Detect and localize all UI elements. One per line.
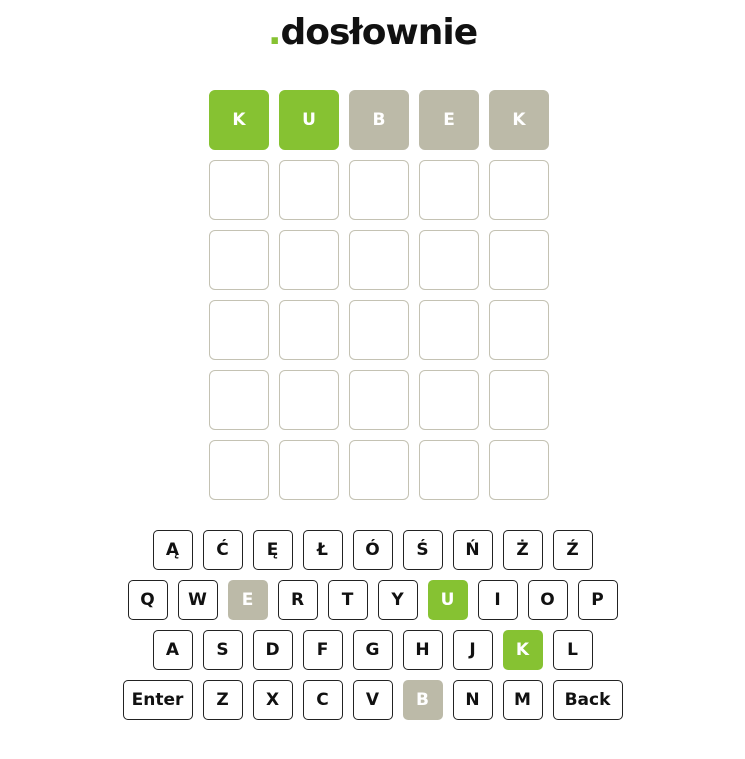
logo-dot: . [267, 12, 282, 53]
key-k[interactable]: K [502, 630, 543, 670]
key-c[interactable]: C [302, 680, 343, 720]
keyboard-row: QWERTYUIOP [0, 580, 745, 620]
enter-key[interactable]: Enter [122, 680, 193, 720]
board-tile [419, 230, 479, 290]
board-tile: K [209, 90, 269, 150]
board-tile [419, 160, 479, 220]
key-g[interactable]: G [352, 630, 393, 670]
board-tile [279, 440, 339, 500]
keyboard-row: ASDFGHJKL [0, 630, 745, 670]
key-u[interactable]: U [427, 580, 468, 620]
board-tile [279, 370, 339, 430]
board-tile [279, 300, 339, 360]
board-tile: U [279, 90, 339, 150]
key-ł[interactable]: Ł [302, 530, 343, 570]
board-tile [209, 300, 269, 360]
key-b[interactable]: B [402, 680, 443, 720]
board-tile [489, 370, 549, 430]
key-d[interactable]: D [252, 630, 293, 670]
app-logo: .dosłownie [0, 10, 745, 56]
board-tile [349, 370, 409, 430]
board-tile [349, 160, 409, 220]
key-w[interactable]: W [177, 580, 218, 620]
key-r[interactable]: R [277, 580, 318, 620]
board-tile [419, 300, 479, 360]
board-tile [279, 230, 339, 290]
board-tile [209, 440, 269, 500]
keyboard-row: ĄĆĘŁÓŚŃŻŹ [0, 530, 745, 570]
key-o[interactable]: O [527, 580, 568, 620]
board-tile: K [489, 90, 549, 150]
key-q[interactable]: Q [127, 580, 168, 620]
key-f[interactable]: F [302, 630, 343, 670]
key-i[interactable]: I [477, 580, 518, 620]
key-z[interactable]: Z [202, 680, 243, 720]
key-v[interactable]: V [352, 680, 393, 720]
key-x[interactable]: X [252, 680, 293, 720]
backspace-key[interactable]: Back [552, 680, 623, 720]
board-tile [279, 160, 339, 220]
key-m[interactable]: M [502, 680, 543, 720]
key-p[interactable]: P [577, 580, 618, 620]
key-n[interactable]: N [452, 680, 493, 720]
key-t[interactable]: T [327, 580, 368, 620]
key-ń[interactable]: Ń [452, 530, 493, 570]
key-l[interactable]: L [552, 630, 593, 670]
logo-wordmark: dosłownie [280, 12, 479, 53]
board-tile [489, 300, 549, 360]
key-h[interactable]: H [402, 630, 443, 670]
key-ę[interactable]: Ę [252, 530, 293, 570]
keyboard-row: Enter Z X C V B N M Back [0, 680, 745, 720]
key-ź[interactable]: Ź [552, 530, 593, 570]
board-tile [349, 300, 409, 360]
board-tile [489, 230, 549, 290]
board-tile [489, 440, 549, 500]
board-tile [209, 230, 269, 290]
board-tile [419, 440, 479, 500]
game-board: KUBEK [209, 90, 549, 500]
board-tile [349, 440, 409, 500]
board-tile [209, 370, 269, 430]
key-a[interactable]: A [152, 630, 193, 670]
key-e[interactable]: E [227, 580, 268, 620]
board-tile: E [419, 90, 479, 150]
key-s[interactable]: S [202, 630, 243, 670]
board-tile [209, 160, 269, 220]
board-tile [419, 370, 479, 430]
board-tile: B [349, 90, 409, 150]
key-ą[interactable]: Ą [152, 530, 193, 570]
key-ś[interactable]: Ś [402, 530, 443, 570]
key-y[interactable]: Y [377, 580, 418, 620]
key-j[interactable]: J [452, 630, 493, 670]
on-screen-keyboard: Ą Ć Ę Ł Ó Ś Ń Ż Ź Q W E R T Y U I O P A S D F G H J K L Enter Z X C V B N M… [0, 530, 745, 730]
key-ć[interactable]: Ć [202, 530, 243, 570]
board-tile [489, 160, 549, 220]
key-ż[interactable]: Ż [502, 530, 543, 570]
key-ó[interactable]: Ó [352, 530, 393, 570]
board-tile [349, 230, 409, 290]
